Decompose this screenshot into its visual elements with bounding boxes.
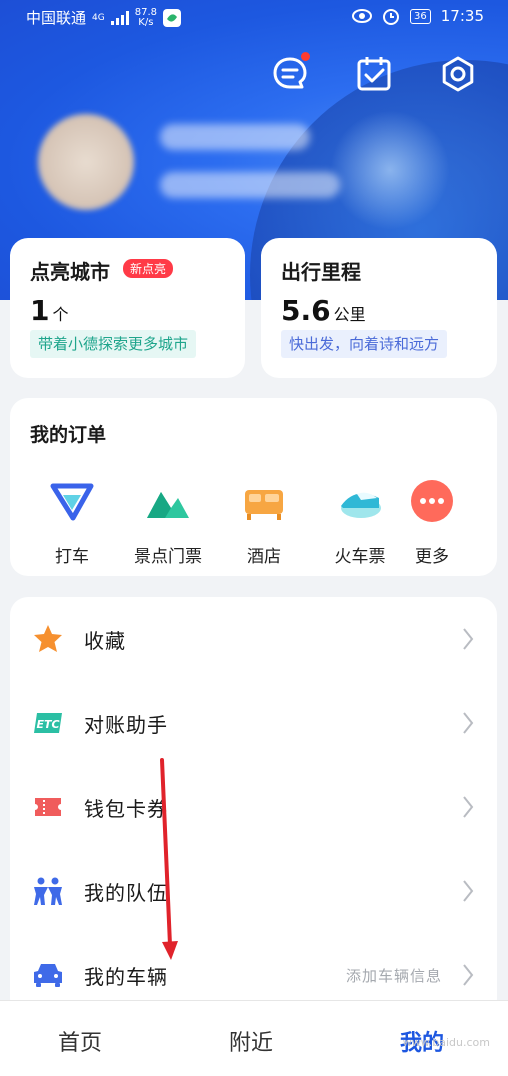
- status-bar: 中国联通 4G 87.8 K/s 36 17:35: [0, 0, 508, 34]
- order-taxi[interactable]: 打车: [24, 478, 120, 567]
- mileage-title: 出行里程: [281, 260, 361, 284]
- cities-title: 点亮城市: [30, 260, 110, 284]
- chevron-right-icon: [463, 796, 474, 818]
- user-info-blurred: [160, 172, 340, 198]
- app-notification-icon: [162, 8, 181, 27]
- star-icon: [34, 625, 62, 652]
- carrier-label: 中国联通: [26, 9, 87, 27]
- cities-tip: 带着小德探索更多城市: [30, 330, 197, 358]
- order-hotel[interactable]: 酒店: [216, 478, 312, 567]
- battery-icon: 36: [410, 8, 431, 24]
- clock: 17:35: [440, 7, 484, 25]
- svg-text:ETC: ETC: [36, 718, 59, 731]
- team-icon: [34, 877, 62, 905]
- vehicle-hint: 添加车辆信息: [345, 967, 442, 985]
- calendar-check-icon: [357, 57, 391, 91]
- username-blurred: [160, 124, 310, 150]
- checkin-button[interactable]: [354, 54, 394, 94]
- network-label: 4G: [92, 12, 105, 23]
- chevron-right-icon: [463, 964, 474, 986]
- mileage-tip: 快出发，向着诗和远方: [281, 330, 448, 358]
- message-button[interactable]: [270, 52, 310, 94]
- chevron-right-icon: [463, 880, 474, 902]
- more-icon: [411, 480, 453, 522]
- chevron-right-icon: [463, 628, 474, 650]
- coupon-icon: [35, 798, 61, 816]
- avatar[interactable]: [38, 114, 134, 210]
- taxi-icon: [50, 483, 94, 521]
- tab-nearby[interactable]: 附近: [229, 1025, 273, 1057]
- menu-item-favorites[interactable]: 收藏: [10, 597, 498, 681]
- etc-icon: ETC: [34, 713, 62, 733]
- chevron-right-icon: [463, 712, 474, 734]
- orders-title: 我的订单: [30, 424, 107, 446]
- unread-dot: [301, 52, 310, 61]
- alarm-icon: [383, 9, 400, 25]
- new-badge: 新点亮: [123, 259, 174, 278]
- tab-home[interactable]: 首页: [58, 1025, 102, 1057]
- train-icon: [341, 492, 381, 518]
- mileage-value: 5.6 公里: [281, 294, 366, 327]
- order-more[interactable]: 更多: [384, 478, 480, 567]
- menu-item-reconcile[interactable]: ETC 对账助手: [10, 681, 498, 765]
- cities-card[interactable]: 点亮城市 新点亮 1个 带着小德探索更多城市: [10, 238, 245, 378]
- order-tickets[interactable]: 景点门票: [120, 478, 216, 567]
- network-speed: 87.8 K/s: [134, 6, 157, 28]
- menu-card: 收藏 ETC 对账助手 钱包卡券 我的队伍 我的车辆 添加车辆信息: [10, 597, 497, 1017]
- car-icon: [34, 964, 62, 987]
- gear-icon: [442, 56, 474, 92]
- header-actions: [270, 52, 478, 94]
- mileage-card[interactable]: 出行里程 5.6 公里 快出发，向着诗和远方: [261, 238, 497, 378]
- user-profile[interactable]: [10, 92, 352, 216]
- eye-icon: [352, 9, 373, 23]
- watermark: www.baidu.com: [402, 1036, 490, 1049]
- signal-icon: [110, 10, 129, 25]
- menu-item-team[interactable]: 我的队伍: [10, 849, 498, 933]
- cities-value: 1个: [30, 294, 69, 327]
- orders-card: 我的订单 打车 景点门票 酒店 火车票 更多: [10, 398, 497, 576]
- settings-button[interactable]: [438, 54, 478, 94]
- menu-item-wallet[interactable]: 钱包卡券: [10, 765, 498, 849]
- mountain-icon: [147, 492, 189, 518]
- bed-icon: [245, 490, 283, 520]
